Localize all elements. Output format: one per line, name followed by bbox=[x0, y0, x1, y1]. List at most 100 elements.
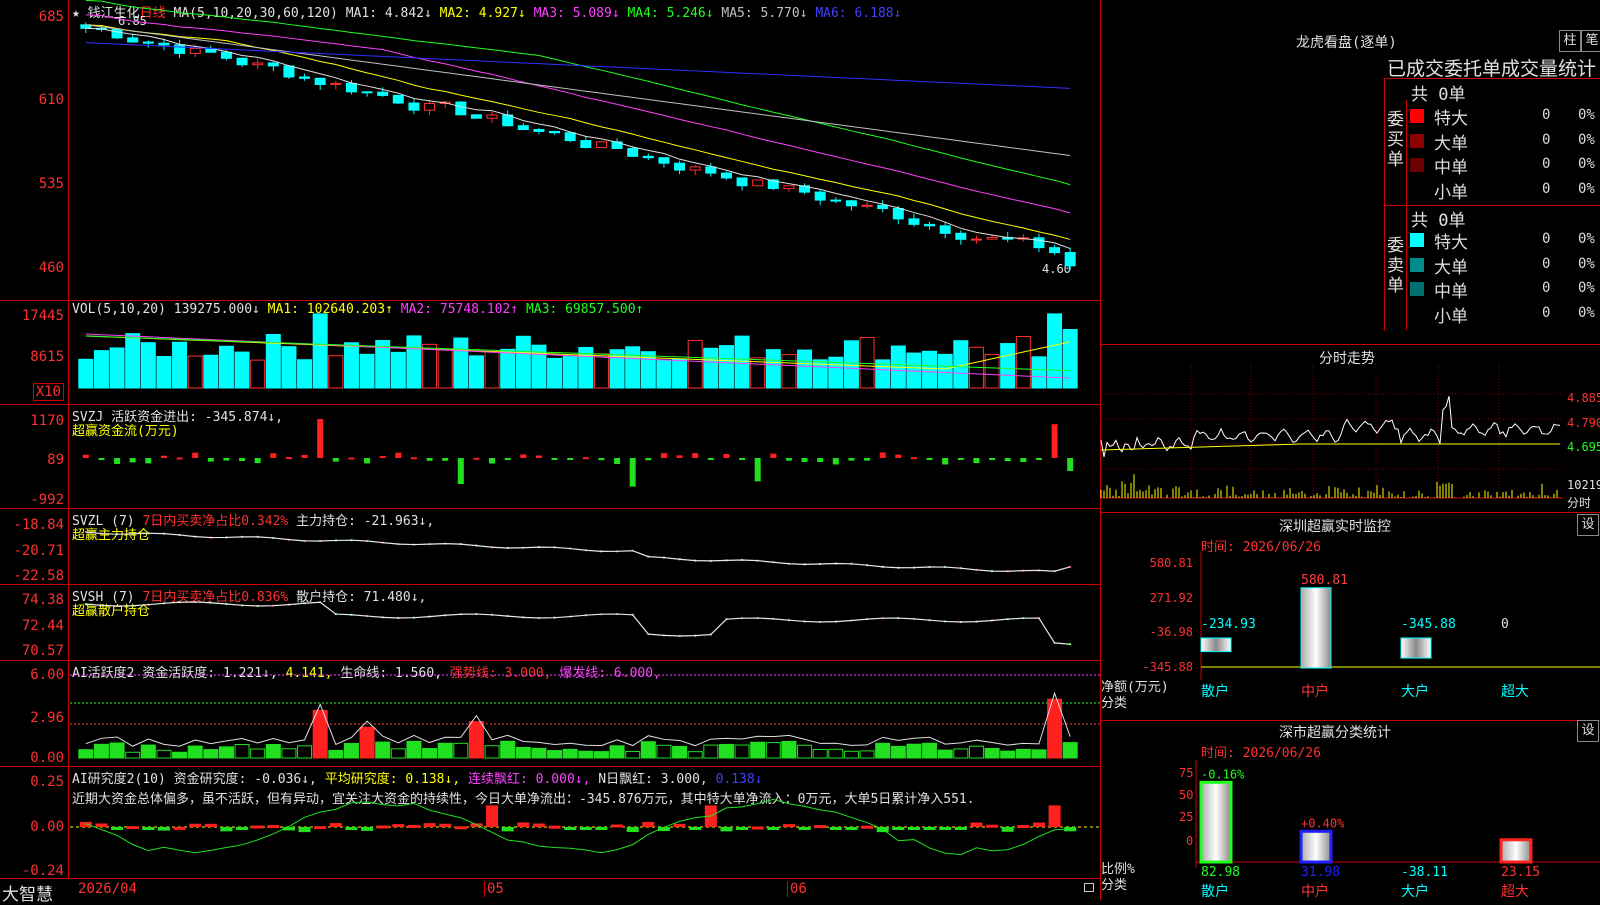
svzj-bar bbox=[426, 458, 433, 461]
research-bar bbox=[454, 826, 467, 830]
svsh-tick: 70.57 bbox=[21, 643, 64, 659]
svzj-bar bbox=[864, 458, 871, 461]
intraday-panel[interactable]: 分时走势 4.885 4.790 4.695 10219 分时 bbox=[1100, 344, 1600, 513]
candle-body bbox=[939, 225, 951, 234]
svzj-bar bbox=[285, 457, 292, 460]
volume-panel[interactable]: 17445 8615 X10 VOL(5,10,20) 139275.000↓ … bbox=[0, 300, 1100, 405]
activity-bar bbox=[156, 749, 172, 759]
sz-bar bbox=[1300, 587, 1332, 669]
activity-bar bbox=[984, 747, 1000, 759]
research-bar bbox=[1017, 825, 1030, 829]
svzj-panel[interactable]: 1170 89 -992 SVZJ 活跃资金进出: -345.874↓, 超赢资… bbox=[0, 404, 1100, 509]
svzj-bar bbox=[551, 458, 558, 460]
svzj-bar bbox=[660, 453, 667, 458]
row-name: 特大 bbox=[1434, 109, 1468, 129]
volume-bar bbox=[468, 355, 484, 389]
svzl-tick: -18.84 bbox=[13, 517, 64, 533]
ai1-tick: 2.96 bbox=[30, 710, 64, 726]
candlestick-chart[interactable] bbox=[70, 0, 1100, 300]
activity-bar bbox=[609, 745, 625, 759]
candle-body bbox=[736, 177, 748, 187]
volume-axis: 17445 8615 X10 bbox=[0, 300, 69, 404]
research-bar bbox=[376, 825, 389, 829]
intraday-chart[interactable] bbox=[1100, 364, 1563, 512]
candle-body bbox=[1049, 247, 1061, 254]
candle-body bbox=[845, 200, 857, 207]
svzj-bar bbox=[676, 455, 683, 458]
candle-body bbox=[533, 129, 545, 132]
row-value: 0 bbox=[1542, 304, 1551, 321]
svsh-panel[interactable]: 74.38 72.44 70.57 SVSH (7) 7日内买卖净占比0.836… bbox=[0, 584, 1100, 661]
candle-body bbox=[658, 157, 670, 164]
research-bar bbox=[486, 805, 499, 827]
volume-bar bbox=[172, 341, 188, 389]
volume-bar bbox=[781, 354, 797, 389]
svzj-bar bbox=[504, 458, 511, 461]
sz-bar-label: -234.93 bbox=[1201, 617, 1256, 632]
activity-bar bbox=[593, 751, 609, 759]
svzj-bar bbox=[410, 457, 417, 460]
candle-body bbox=[174, 44, 186, 54]
vol-tick: 17445 bbox=[21, 308, 64, 324]
date-june: 06 bbox=[787, 881, 807, 897]
activity-bar bbox=[437, 742, 453, 759]
ai-research-bars bbox=[70, 798, 1100, 856]
activity-bar bbox=[359, 726, 375, 759]
sz-category-label: 散户 bbox=[1201, 683, 1229, 700]
sz-stats-panel[interactable]: 深市超赢分类统计 设 时间: 2026/06/26 75 50 25 0 比例%… bbox=[1100, 720, 1600, 900]
activity-bar bbox=[906, 743, 922, 759]
activity-bar bbox=[109, 742, 125, 759]
activity-bar bbox=[1015, 748, 1031, 759]
candle-body bbox=[455, 101, 467, 116]
activity-bar bbox=[328, 749, 344, 759]
svzj-bar bbox=[1004, 458, 1011, 462]
research-bar bbox=[736, 827, 749, 830]
svsh-tick: 74.38 bbox=[21, 592, 64, 608]
candle-body bbox=[595, 141, 607, 149]
lhb-subtitle: 已成交委托单成交量统计 bbox=[1387, 58, 1597, 80]
svzl-axis: -18.84 -20.71 -22.58 bbox=[0, 508, 69, 584]
candle-body bbox=[892, 207, 904, 220]
ai1-tick: 6.00 bbox=[30, 667, 64, 683]
activity-bar bbox=[172, 751, 188, 759]
candle-body bbox=[720, 172, 732, 179]
candle-body bbox=[689, 166, 701, 171]
volume-bar bbox=[765, 349, 781, 389]
sz-bar-label: 580.81 bbox=[1301, 573, 1348, 588]
tick-mode-button[interactable]: 笔 bbox=[1581, 30, 1600, 52]
activity-bar bbox=[218, 746, 234, 759]
svzj-bar bbox=[114, 458, 121, 465]
candle-body bbox=[1064, 252, 1076, 267]
svzj-bar bbox=[270, 453, 277, 458]
candle-body bbox=[127, 37, 139, 43]
sz-monitor-panel[interactable]: 深圳超赢实时监控 设 时间: 2026/06/26 580.81 271.92 … bbox=[1100, 512, 1600, 721]
ai-research-panel[interactable]: 0.25 0.00 -0.24 AI研究度2(10) 资金研究度: -0.036… bbox=[0, 766, 1100, 879]
volume-bar bbox=[328, 355, 344, 389]
lhb-row-buy: 大单 0 0% bbox=[1410, 129, 1600, 154]
svzj-bar bbox=[364, 458, 371, 464]
research-bar bbox=[126, 826, 139, 830]
svzl-panel[interactable]: -18.84 -20.71 -22.58 SVZL (7) 7日内买卖净占比0.… bbox=[0, 508, 1100, 585]
candle-body bbox=[361, 91, 373, 94]
ai2-tick: -0.24 bbox=[21, 863, 64, 879]
svsh-tick: 72.44 bbox=[21, 618, 64, 634]
lock-icon[interactable] bbox=[1084, 883, 1094, 892]
research-bar bbox=[532, 823, 545, 827]
activity-bar bbox=[734, 744, 750, 759]
research-bar bbox=[829, 827, 842, 830]
row-name: 大单 bbox=[1434, 257, 1468, 278]
svzj-bar bbox=[395, 452, 402, 458]
ai-activity-panel[interactable]: 6.00 2.96 0.00 AI活跃度2 资金活跃度: 1.221↓, 4.1… bbox=[0, 660, 1100, 767]
row-pct: 0% bbox=[1578, 131, 1595, 148]
activity-bar bbox=[93, 743, 109, 759]
row-name: 中单 bbox=[1434, 158, 1468, 178]
bar-mode-button[interactable]: 柱 bbox=[1559, 30, 1581, 52]
volume-bar bbox=[218, 345, 234, 389]
research-bar bbox=[564, 827, 577, 830]
candle-body bbox=[752, 179, 764, 187]
activity-bar bbox=[703, 744, 719, 759]
activity-bar bbox=[453, 742, 469, 759]
svzj-axis: 1170 89 -992 bbox=[0, 404, 69, 508]
sell-label: 委卖单 bbox=[1387, 236, 1404, 296]
price-panel[interactable]: 685 610 535 460 ★ 钱江生化日线 MA(5,10,20,30,6… bbox=[0, 0, 1100, 301]
